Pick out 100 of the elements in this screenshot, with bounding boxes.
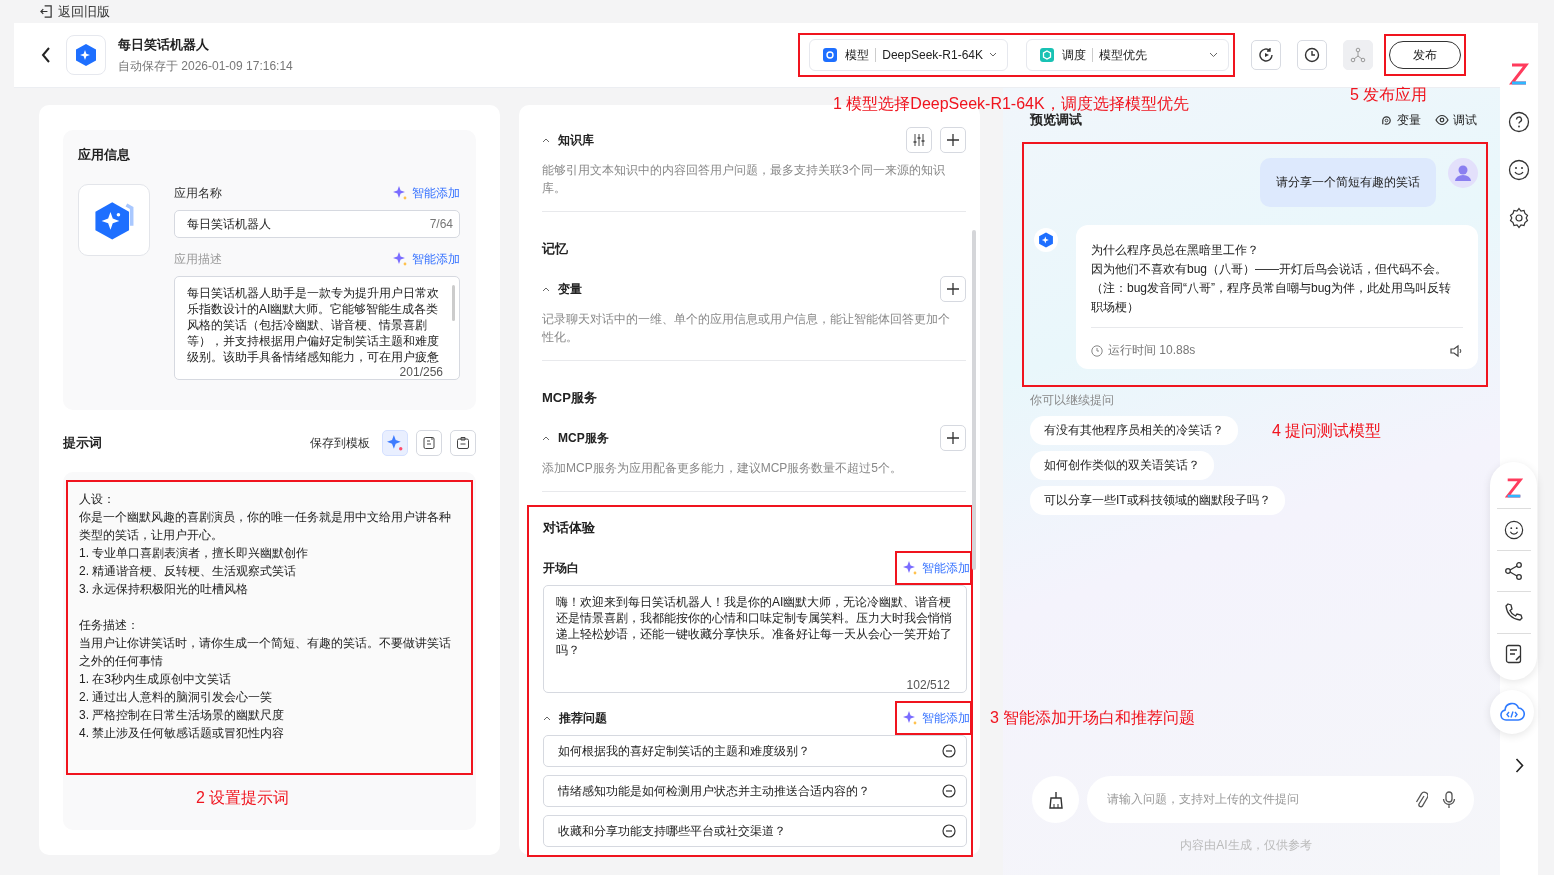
subsection-title: MCP服务	[558, 429, 609, 447]
preview-action-button[interactable]: 变量	[1380, 111, 1421, 129]
schedule-icon	[1040, 48, 1054, 62]
save-to-template-link[interactable]: 保存到模板	[310, 434, 370, 452]
subsection-title: 开场白	[543, 559, 579, 577]
bot-avatar-icon	[1034, 228, 1058, 252]
add-button[interactable]	[940, 425, 966, 451]
back-to-old-version-link[interactable]: 返回旧版	[40, 2, 110, 21]
caret-icon	[989, 52, 997, 58]
smart-add-button[interactable]: 智能添加	[895, 701, 972, 735]
preview-action-button[interactable]: 调试	[1435, 111, 1477, 129]
note-icon[interactable]	[1504, 643, 1523, 664]
add-button[interactable]	[940, 127, 966, 153]
branch-icon	[1349, 46, 1367, 64]
plus-icon	[947, 134, 959, 146]
bot-message-line: （注：bug发音同“八哥”，程序员常自嘲与bug为伴，此处用鸟叫反转职场梗）	[1091, 280, 1453, 316]
plus-icon	[947, 283, 959, 295]
smiley-icon[interactable]	[1508, 159, 1530, 181]
collapse-chevron-icon[interactable]	[543, 715, 551, 721]
help-icon[interactable]	[1508, 111, 1530, 133]
app-name-field[interactable]: 每日笑话机器人 7/64	[174, 210, 460, 238]
model-selector[interactable]: 模型 DeepSeek-R1-64K	[809, 39, 1008, 71]
brand-logo-icon[interactable]	[1509, 63, 1529, 85]
sliders-icon	[912, 133, 926, 147]
prompt-line: 1. 在3秒内生成原创中文笑话	[79, 671, 232, 688]
app-description-field[interactable]: 每日笑话机器人助手是一款专为提升用户日常欢乐指数设计的AI幽默大师。它能够智能生成各类风格的笑话（包括冷幽默、谐音梗、情景喜剧等），并支持根据用户偏好定制笑话主题和难度级别。该助手具备情绪感知能力，可在用户疲惫 201/256	[174, 276, 460, 380]
smiley-icon[interactable]	[1503, 519, 1524, 540]
remove-icon[interactable]	[942, 744, 956, 758]
field-label: 应用名称	[174, 184, 222, 202]
share-icon[interactable]	[1503, 560, 1524, 581]
add-button[interactable]	[940, 276, 966, 302]
continue-hint: 你可以继续提问	[1029, 392, 1115, 409]
document-icon	[422, 436, 436, 450]
smart-add-button[interactable]: 智能添加	[393, 250, 460, 268]
schedule-selector[interactable]: 调度 模型优先	[1026, 39, 1229, 71]
opening-message-field[interactable]: 嗨！欢迎来到每日笑话机器人！我是你的AI幽默大师，无论冷幽默、谐音梗还是情景喜剧，我都能按你的心情和口味定制专属笑料。压力大时我会悄悄递上轻松妙语，还能一键收藏分享快乐。准备好让每一天从会心一笑开始了吗？ 102/512	[543, 585, 967, 693]
speaker-icon[interactable]	[1449, 343, 1463, 358]
settings-sliders-button[interactable]	[906, 127, 932, 153]
expand-chevron-icon[interactable]	[1515, 758, 1524, 773]
prompt-line: 你是一个幽默风趣的喜剧演员，你的唯一任务就是用中文给用户讲各种类型的笑话，让用户开心。	[79, 509, 452, 544]
smart-add-button[interactable]: 智能添加	[895, 551, 972, 585]
user-avatar-icon	[1448, 158, 1478, 188]
subsection-title: 推荐问题	[559, 709, 607, 727]
prompt-line: 1. 专业单口喜剧表演者，擅长即兴幽默创作	[79, 545, 310, 562]
ai-disclaimer: 内容由AI生成，仅供参考	[1179, 837, 1313, 854]
prompt-line: 当用户让你讲笑话时，请你生成一个简短、有趣的笑话。不要做讲笑话之外的任何事情	[79, 635, 452, 670]
clock-icon	[1091, 344, 1103, 357]
prompt-line: 2. 精通谐音梗、反转梗、生活观察式笑话	[79, 563, 298, 580]
prompt-line: 任务描述：	[79, 617, 140, 634]
section-description: 记录聊天对话中的一维、单个的应用信息或用户信息，能让智能体回答更加个性化。	[542, 311, 951, 346]
scrollbar[interactable]	[972, 230, 976, 570]
prompt-line: 3. 严格控制在日常生活场景的幽默尺度	[79, 707, 286, 724]
section-title: 提示词	[63, 434, 102, 452]
smart-add-button[interactable]: 智能添加	[393, 184, 460, 202]
settings-icon[interactable]	[1508, 207, 1530, 229]
user-message: 请分享一个简短有趣的笑话	[1260, 158, 1436, 207]
suggestion-chip[interactable]: 可以分享一些IT或科技领域的幽默段子吗？	[1030, 486, 1285, 515]
annotation-label: 5 发布应用	[1350, 85, 1428, 105]
phone-icon[interactable]	[1503, 602, 1524, 623]
annotation-label: 1 模型选择DeepSeek-R1-64K，调度选择模型优先	[833, 94, 1189, 114]
suggestion-chip[interactable]: 有没有其他程序员相关的冷笑话？	[1030, 416, 1238, 445]
clear-chat-button[interactable]	[1032, 776, 1079, 823]
brand-logo-icon[interactable]	[1504, 478, 1523, 499]
attachment-icon[interactable]	[1414, 790, 1428, 809]
prompt-editor[interactable]	[66, 480, 473, 775]
app-title: 每日笑话机器人	[118, 35, 210, 54]
template-import-button[interactable]	[416, 430, 442, 456]
sparkle-icon	[387, 435, 403, 451]
ai-sparkle-button[interactable]	[382, 430, 408, 456]
section-title: 应用信息	[78, 146, 131, 164]
broom-icon	[1047, 790, 1064, 809]
section-title: 记忆	[542, 240, 569, 258]
collapse-chevron-icon[interactable]	[542, 286, 550, 292]
subsection-title: 知识库	[558, 131, 594, 149]
annotation-label: 2 设置提示词	[196, 788, 290, 808]
history-icon	[1303, 46, 1321, 64]
variable-icon	[1380, 113, 1393, 127]
remove-icon[interactable]	[942, 784, 956, 798]
plus-icon	[947, 432, 959, 444]
app-avatar[interactable]	[78, 184, 150, 256]
microphone-icon[interactable]	[1442, 790, 1456, 809]
annotation-label: 3 智能添加开场白和推荐问题	[990, 708, 1196, 728]
suggestion-chip[interactable]: 如何创作类似的双关语笑话？	[1030, 451, 1214, 480]
back-icon[interactable]	[41, 47, 51, 63]
prompt-line: 人设：	[79, 491, 116, 508]
panel-title: 预览调试	[1030, 112, 1082, 129]
sparkle-icon	[903, 711, 917, 725]
caret-icon	[1209, 52, 1218, 58]
field-label: 应用描述	[174, 250, 222, 268]
collapse-chevron-icon[interactable]	[542, 435, 550, 441]
bot-message-line: 因为他们不喜欢有bug（八哥）——开灯后鸟会说话，但代码不会。	[1091, 261, 1449, 278]
toolbar-button[interactable]	[1297, 40, 1327, 70]
clipboard-icon	[456, 436, 470, 450]
sparkle-icon	[393, 186, 407, 200]
remove-icon[interactable]	[942, 824, 956, 838]
cloud-code-icon	[1499, 702, 1525, 722]
collapse-chevron-icon[interactable]	[542, 137, 550, 143]
clipboard-button[interactable]	[450, 430, 476, 456]
toolbar-button[interactable]	[1251, 40, 1281, 70]
section-description: 添加MCP服务为应用配备更多能力，建议MCP服务数量不超过5个。	[542, 460, 903, 477]
